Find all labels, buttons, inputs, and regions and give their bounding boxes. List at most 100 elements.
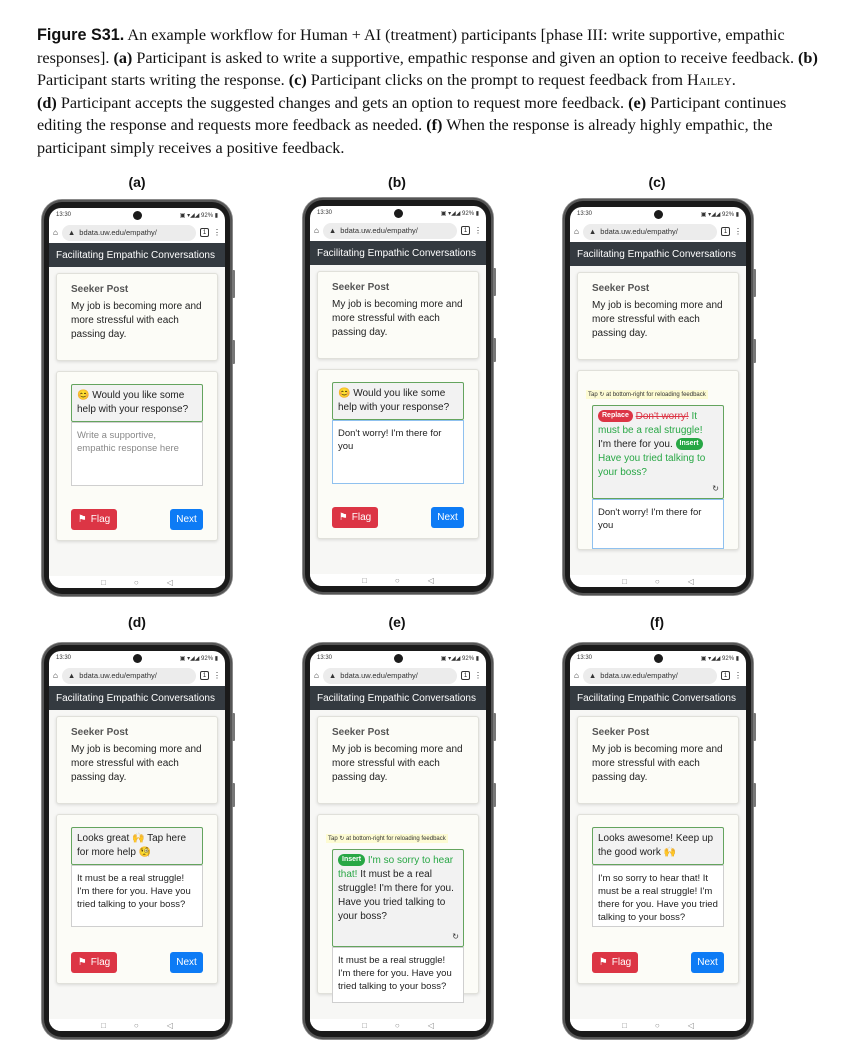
inserted-text: Have you tried talking to your boss? <box>598 453 706 478</box>
status-time: 13:30 <box>577 211 593 217</box>
feedback-prompt[interactable]: Looks awesome! Keep up the good work 🙌 <box>592 827 724 865</box>
next-button[interactable]: Next <box>170 952 203 973</box>
tabs-icon[interactable]: 1 <box>721 227 730 236</box>
menu-icon[interactable]: ⋮ <box>474 671 482 680</box>
home-circle-icon[interactable]: ○ <box>395 576 400 585</box>
home-icon[interactable]: ⌂ <box>574 671 579 680</box>
recents-icon[interactable]: □ <box>622 577 627 586</box>
home-circle-icon[interactable]: ○ <box>395 1021 400 1030</box>
menu-icon[interactable]: ⋮ <box>213 671 221 680</box>
feedback-prompt[interactable]: Looks great 🙌 Tap here for more help 🧐 <box>71 827 203 865</box>
menu-icon[interactable]: ⋮ <box>734 671 742 680</box>
screen-c: 13:30 ▣ ▾◢◢ 92% ▮ ⌂ ▲ bdata.uw.edu/empath… <box>570 207 746 587</box>
feedback-prompt[interactable]: 😊 Would you like some help with your res… <box>332 382 464 420</box>
url-field[interactable]: ▲ bdata.uw.edu/empathy/ <box>61 667 196 684</box>
tabs-icon[interactable]: 1 <box>461 671 470 680</box>
android-nav-bar: □ ○ ◁ <box>570 1019 746 1031</box>
recents-icon[interactable]: □ <box>622 1021 627 1030</box>
recents-icon[interactable]: □ <box>101 578 106 587</box>
status-bar: 13:30 ▣ ▾◢◢ 92% ▮ <box>570 207 746 221</box>
tabs-icon[interactable]: 1 <box>200 671 209 680</box>
tabs-icon[interactable]: 1 <box>461 226 470 235</box>
url-field[interactable]: ▲ bdata.uw.edu/empathy/ <box>582 223 717 240</box>
camera-icon <box>654 654 663 663</box>
url-field[interactable]: ▲ bdata.uw.edu/empathy/ <box>322 667 457 684</box>
camera-icon <box>394 209 403 218</box>
warning-icon: ▲ <box>67 228 76 237</box>
reload-icon[interactable]: ↻ <box>712 482 719 496</box>
android-nav-bar: □ ○ ◁ <box>310 1019 486 1031</box>
status-bar: 13:30 ▣ ▾◢◢ 92% ▮ <box>570 651 746 665</box>
response-card: Looks awesome! Keep up the good work 🙌 I… <box>577 814 739 984</box>
recents-icon[interactable]: □ <box>362 576 367 585</box>
app-title-bar: Facilitating Empathic Conversations <box>310 241 486 265</box>
tabs-icon[interactable]: 1 <box>200 228 209 237</box>
home-circle-icon[interactable]: ○ <box>655 1021 660 1030</box>
menu-icon[interactable]: ⋮ <box>213 228 221 237</box>
home-circle-icon[interactable]: ○ <box>655 577 660 586</box>
url-field[interactable]: ▲ bdata.uw.edu/empathy/ <box>61 224 196 241</box>
back-icon[interactable]: ◁ <box>167 1021 173 1030</box>
phone-f: 13:30 ▣ ▾◢◢ 92% ▮ ⌂ ▲ bdata.uw.edu/empath… <box>563 643 756 1039</box>
flag-button[interactable]: ⚑ Flag <box>71 952 117 973</box>
reload-hint: Tap ↻ at bottom-right for reloading feed… <box>326 834 448 843</box>
flag-button[interactable]: ⚑ Flag <box>332 507 378 528</box>
caption-punct: . <box>731 71 736 89</box>
seeker-post-title: Seeker Post <box>332 282 390 293</box>
caption-marker-c: (c) <box>288 71 307 89</box>
response-textarea[interactable]: It must be a real struggle! I'm there fo… <box>332 947 464 1003</box>
response-textarea[interactable]: Write a supportive, empathic response he… <box>71 422 203 486</box>
menu-icon[interactable]: ⋮ <box>734 227 742 236</box>
url-field[interactable]: ▲ bdata.uw.edu/empathy/ <box>582 667 717 684</box>
back-icon[interactable]: ◁ <box>688 577 694 586</box>
response-card: Tap ↻ at bottom-right for reloading feed… <box>577 370 739 550</box>
screen-f: 13:30 ▣ ▾◢◢ 92% ▮ ⌂ ▲ bdata.uw.edu/empath… <box>570 651 746 1031</box>
figure-label: Figure S31. <box>37 26 125 44</box>
home-icon[interactable]: ⌂ <box>53 228 58 237</box>
seeker-post-title: Seeker Post <box>71 284 129 295</box>
reload-icon[interactable]: ↻ <box>452 930 459 944</box>
back-icon[interactable]: ◁ <box>428 1021 434 1030</box>
home-circle-icon[interactable]: ○ <box>134 1021 139 1030</box>
home-circle-icon[interactable]: ○ <box>134 578 139 587</box>
feedback-suggestion[interactable]: Insert I'm so sorry to hear that! It mus… <box>332 849 464 947</box>
next-button[interactable]: Next <box>431 507 464 528</box>
feedback-prompt[interactable]: 😊 Would you like some help with your res… <box>71 384 203 422</box>
menu-icon[interactable]: ⋮ <box>474 226 482 235</box>
home-icon[interactable]: ⌂ <box>574 227 579 236</box>
flag-button[interactable]: ⚑ Flag <box>592 952 638 973</box>
recents-icon[interactable]: □ <box>101 1021 106 1030</box>
feedback-suggestion[interactable]: Replace Don't worry! It must be a real s… <box>592 405 724 499</box>
system-name: Hailey <box>687 71 732 89</box>
page-content: Seeker Post My job is becoming more and … <box>49 267 225 576</box>
flag-button[interactable]: ⚑ Flag <box>71 509 117 530</box>
tabs-icon[interactable]: 1 <box>721 671 730 680</box>
back-icon[interactable]: ◁ <box>428 576 434 585</box>
insert-tag: Insert <box>675 438 703 451</box>
page-content: Seeker Post My job is becoming more and … <box>570 266 746 575</box>
phone-b: 13:30 ▣ ▾◢◢ 92% ▮ ⌂ ▲ bdata.uw.edu/empath… <box>303 198 496 594</box>
browser-url-bar: ⌂ ▲ bdata.uw.edu/empathy/ 1 ⋮ <box>49 665 225 686</box>
response-textarea[interactable]: I'm so sorry to hear that! It must be a … <box>592 865 724 927</box>
response-textarea[interactable]: It must be a real struggle! I'm there fo… <box>71 865 203 927</box>
browser-url-bar: ⌂ ▲ bdata.uw.edu/empathy/ 1 ⋮ <box>49 222 225 243</box>
recents-icon[interactable]: □ <box>362 1021 367 1030</box>
response-textarea[interactable]: Don't worry! I'm there for you <box>592 499 724 549</box>
url-field[interactable]: ▲ bdata.uw.edu/empathy/ <box>322 222 457 239</box>
home-icon[interactable]: ⌂ <box>314 226 319 235</box>
back-icon[interactable]: ◁ <box>688 1021 694 1030</box>
home-icon[interactable]: ⌂ <box>314 671 319 680</box>
home-icon[interactable]: ⌂ <box>53 671 58 680</box>
warning-icon: ▲ <box>588 671 597 680</box>
back-icon[interactable]: ◁ <box>167 578 173 587</box>
caption-marker-f: (f) <box>426 116 443 134</box>
seeker-post-title: Seeker Post <box>332 727 390 738</box>
flag-icon: ⚑ <box>77 957 87 968</box>
response-card: Tap ↻ at bottom-right for reloading feed… <box>317 814 479 1003</box>
caption-marker-b: (b) <box>798 48 818 67</box>
response-textarea[interactable]: Don't worry! I'm there for you <box>332 420 464 484</box>
next-button[interactable]: Next <box>170 509 203 530</box>
response-card: 😊 Would you like some help with your res… <box>317 369 479 539</box>
next-button[interactable]: Next <box>691 952 724 973</box>
camera-icon <box>133 654 142 663</box>
